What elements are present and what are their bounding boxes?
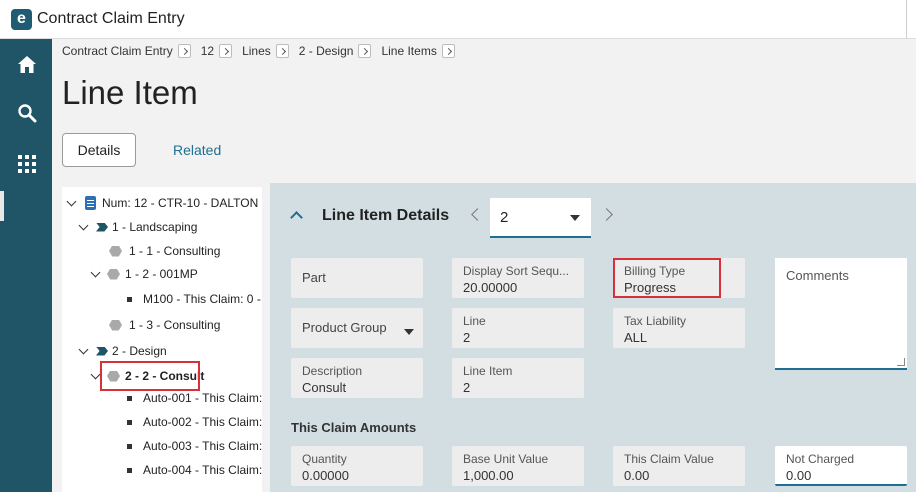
not-charged-input[interactable]: Not Charged 0.00 — [775, 446, 907, 486]
chevron-right-icon[interactable] — [219, 44, 233, 58]
tax-liability-field[interactable]: Tax Liability ALL — [613, 308, 745, 348]
breadcrumb-lines[interactable]: Lines — [242, 44, 299, 58]
bullet-icon — [127, 395, 132, 401]
dropdown-arrow-icon[interactable] — [404, 329, 414, 335]
line-tree: Num: 12 - CTR-10 - DALTON 1 - Landscapin… — [62, 187, 262, 492]
quantity-field[interactable]: Quantity 0.00000 — [291, 446, 423, 486]
chevron-right-icon[interactable] — [358, 44, 372, 58]
hex-icon — [109, 319, 122, 331]
breadcrumb-contract-claim-entry[interactable]: Contract Claim Entry — [62, 44, 201, 58]
breadcrumb-line-items[interactable]: Line Items — [381, 44, 464, 58]
hex-icon — [107, 268, 120, 280]
hex-icon — [109, 245, 122, 257]
apps-grid-icon[interactable] — [13, 150, 41, 178]
bullet-icon — [127, 296, 132, 302]
title-bar: e Contract Claim Entry — [0, 0, 916, 39]
tree-node[interactable]: 1 - 3 - Consulting — [109, 315, 220, 335]
title-bar-divider — [906, 0, 907, 39]
selection-highlight — [100, 361, 200, 391]
chevron-right-icon[interactable] — [275, 44, 289, 58]
section-title: Line Item Details — [322, 207, 450, 224]
chevron-left-icon[interactable] — [471, 208, 484, 221]
tree-node[interactable]: M100 - This Claim: 0 - To — [127, 289, 262, 309]
tab-details[interactable]: Details — [62, 133, 136, 167]
chevron-down-icon[interactable] — [78, 344, 89, 354]
resize-handle-icon[interactable] — [897, 358, 905, 366]
app-logo-icon: e — [11, 9, 32, 30]
home-icon[interactable] — [13, 50, 41, 78]
sidebar-edge-marker — [0, 191, 4, 221]
tree-node[interactable]: 2 - Design — [78, 341, 167, 361]
chevron-up-icon[interactable] — [290, 211, 303, 224]
tree-node[interactable]: 1 - 1 - Consulting — [109, 241, 220, 261]
part-field[interactable]: Part — [291, 258, 423, 298]
this-claim-value-field[interactable]: This Claim Value 0.00 — [613, 446, 745, 486]
chevron-down-icon[interactable] — [66, 196, 77, 206]
tab-related[interactable]: Related — [173, 142, 221, 158]
flag-icon — [96, 222, 108, 232]
line-item-selector[interactable]: 2 — [490, 198, 591, 238]
tree-node[interactable]: Auto-002 - This Claim: 0 — [127, 412, 262, 432]
dropdown-arrow-icon[interactable] — [570, 215, 580, 221]
line-item-details-header: Line Item Details 2 — [270, 195, 916, 239]
document-icon — [85, 196, 96, 210]
bullet-icon — [127, 443, 132, 449]
line-item-field[interactable]: Line Item 2 — [452, 358, 584, 398]
tree-node[interactable]: 1 - Landscaping — [78, 217, 197, 237]
bullet-icon — [127, 419, 132, 425]
tree-node[interactable]: Num: 12 - CTR-10 - DALTON — [66, 193, 258, 213]
display-sort-field[interactable]: Display Sort Sequ... 20.00000 — [452, 258, 584, 298]
flag-icon — [96, 346, 108, 356]
claim-amounts-title: This Claim Amounts — [291, 420, 417, 435]
tree-node[interactable]: 1 - 2 - 001MP — [90, 264, 198, 284]
breadcrumb: Contract Claim Entry 12 Lines 2 - Design… — [62, 43, 465, 59]
chevron-right-icon[interactable] — [441, 44, 455, 58]
tree-node[interactable]: Auto-004 - This Claim: 0 — [127, 460, 262, 480]
chevron-down-icon[interactable] — [90, 267, 101, 277]
breadcrumb-claim-12[interactable]: 12 — [201, 44, 242, 58]
description-field[interactable]: Description Consult — [291, 358, 423, 398]
comments-textarea[interactable]: Comments — [775, 258, 907, 370]
bullet-icon — [127, 467, 132, 473]
sidebar — [0, 39, 52, 492]
search-icon[interactable] — [13, 99, 41, 127]
tree-node[interactable]: Auto-003 - This Claim: 0 — [127, 436, 262, 456]
product-group-dropdown[interactable]: Product Group — [291, 308, 423, 348]
base-unit-value-field[interactable]: Base Unit Value 1,000.00 — [452, 446, 584, 486]
billing-type-highlight — [613, 258, 721, 298]
page-title: Line Item — [62, 74, 198, 111]
breadcrumb-2-design[interactable]: 2 - Design — [299, 44, 382, 58]
tree-node[interactable]: Auto-001 - This Claim: 0 — [127, 388, 262, 408]
chevron-down-icon[interactable] — [78, 220, 89, 230]
line-field[interactable]: Line 2 — [452, 308, 584, 348]
app-title: Contract Claim Entry — [37, 10, 185, 27]
chevron-down-icon[interactable] — [90, 369, 101, 379]
chevron-right-icon[interactable] — [177, 44, 191, 58]
chevron-right-icon[interactable] — [600, 208, 613, 221]
